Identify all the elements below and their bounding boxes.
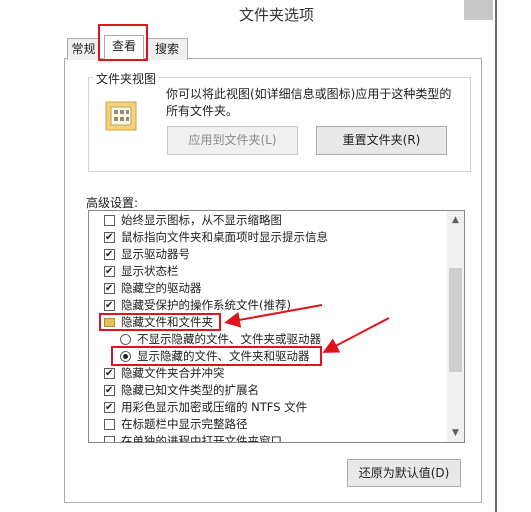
apply-to-folders-button[interactable]: 应用到文件夹(L) — [167, 126, 298, 155]
list-item[interactable]: 用彩色显示加密或压缩的 NTFS 文件 — [104, 399, 307, 416]
reset-folders-button[interactable]: 重置文件夹(R) — [316, 126, 447, 155]
checkbox[interactable] — [104, 280, 115, 297]
checkbox[interactable] — [104, 382, 115, 399]
radio-button[interactable] — [120, 334, 131, 345]
list-item[interactable]: 始终显示图标，从不显示缩略图 — [104, 212, 282, 229]
tab-view-label: 查看 — [111, 39, 136, 53]
tab-search-label: 搜索 — [154, 42, 179, 56]
list-item[interactable]: 鼠标指向文件夹和桌面项时显示提示信息 — [104, 229, 328, 246]
list-item[interactable]: 隐藏文件夹合并冲突 — [104, 365, 225, 382]
scroll-down-icon[interactable]: ▼ — [447, 425, 464, 441]
checkbox[interactable] — [104, 263, 115, 280]
list-item[interactable]: 在单独的进程中打开文件夹窗口 — [104, 433, 282, 442]
checkbox[interactable] — [104, 419, 115, 430]
checkbox[interactable] — [104, 365, 115, 382]
show-hidden-highlight — [111, 346, 322, 366]
folder-view-description: 你可以将此视图(如详细信息或图标)应用于这种类型的所有文件夹。 — [166, 87, 452, 118]
list-item-label: 隐藏空的驱动器 — [121, 281, 202, 295]
list-item[interactable]: 在标题栏中显示完整路径 — [104, 416, 248, 433]
list-item-label: 隐藏受保护的操作系统文件(推荐) — [121, 298, 291, 312]
tab-general-label: 常规 — [71, 42, 96, 56]
checkbox[interactable] — [104, 436, 115, 442]
scroll-up-icon[interactable]: ▲ — [447, 212, 464, 228]
checkbox[interactable] — [104, 229, 115, 246]
checkbox[interactable] — [104, 215, 115, 226]
list-item-label: 在单独的进程中打开文件夹窗口 — [121, 434, 282, 442]
list-item-label: 显示驱动器号 — [121, 247, 190, 261]
checkbox[interactable] — [104, 246, 115, 263]
list-item-label: 不显示隐藏的文件、文件夹或驱动器 — [137, 332, 321, 346]
advanced-settings-label: 高级设置: — [86, 196, 139, 210]
list-item[interactable]: 隐藏空的驱动器 — [104, 280, 202, 297]
folder-view-group-label: 文件夹视图 — [93, 70, 160, 87]
list-item-label: 隐藏文件夹合并冲突 — [121, 366, 225, 380]
hidden-files-highlight — [99, 313, 221, 331]
list-item-label: 始终显示图标，从不显示缩略图 — [121, 213, 282, 227]
list-item-label: 在标题栏中显示完整路径 — [121, 417, 248, 431]
tab-view[interactable]: 查看 — [104, 35, 144, 59]
restore-defaults-button[interactable]: 还原为默认值(D) — [347, 459, 461, 487]
list-item[interactable]: 显示状态栏 — [104, 263, 179, 280]
list-item-label: 隐藏已知文件类型的扩展名 — [121, 383, 259, 397]
list-item[interactable]: 显示驱动器号 — [104, 246, 190, 263]
tab-search[interactable]: 搜索 — [146, 38, 188, 60]
list-item-label: 用彩色显示加密或压缩的 NTFS 文件 — [121, 400, 308, 414]
folder-view-icon — [104, 97, 140, 133]
list-item-label: 显示状态栏 — [121, 264, 179, 278]
list-item-label: 鼠标指向文件夹和桌面项时显示提示信息 — [121, 230, 328, 244]
list-item[interactable]: 隐藏受保护的操作系统文件(推荐) — [104, 297, 291, 314]
checkbox[interactable] — [104, 297, 115, 314]
scrollbar-thumb[interactable] — [449, 268, 462, 372]
tab-general[interactable]: 常规 — [67, 38, 100, 60]
list-item[interactable]: 隐藏已知文件类型的扩展名 — [104, 382, 259, 399]
window-border — [495, 0, 497, 512]
window-title: 文件夹选项 — [238, 6, 314, 24]
checkbox[interactable] — [104, 399, 115, 416]
close-button[interactable] — [464, 0, 493, 20]
